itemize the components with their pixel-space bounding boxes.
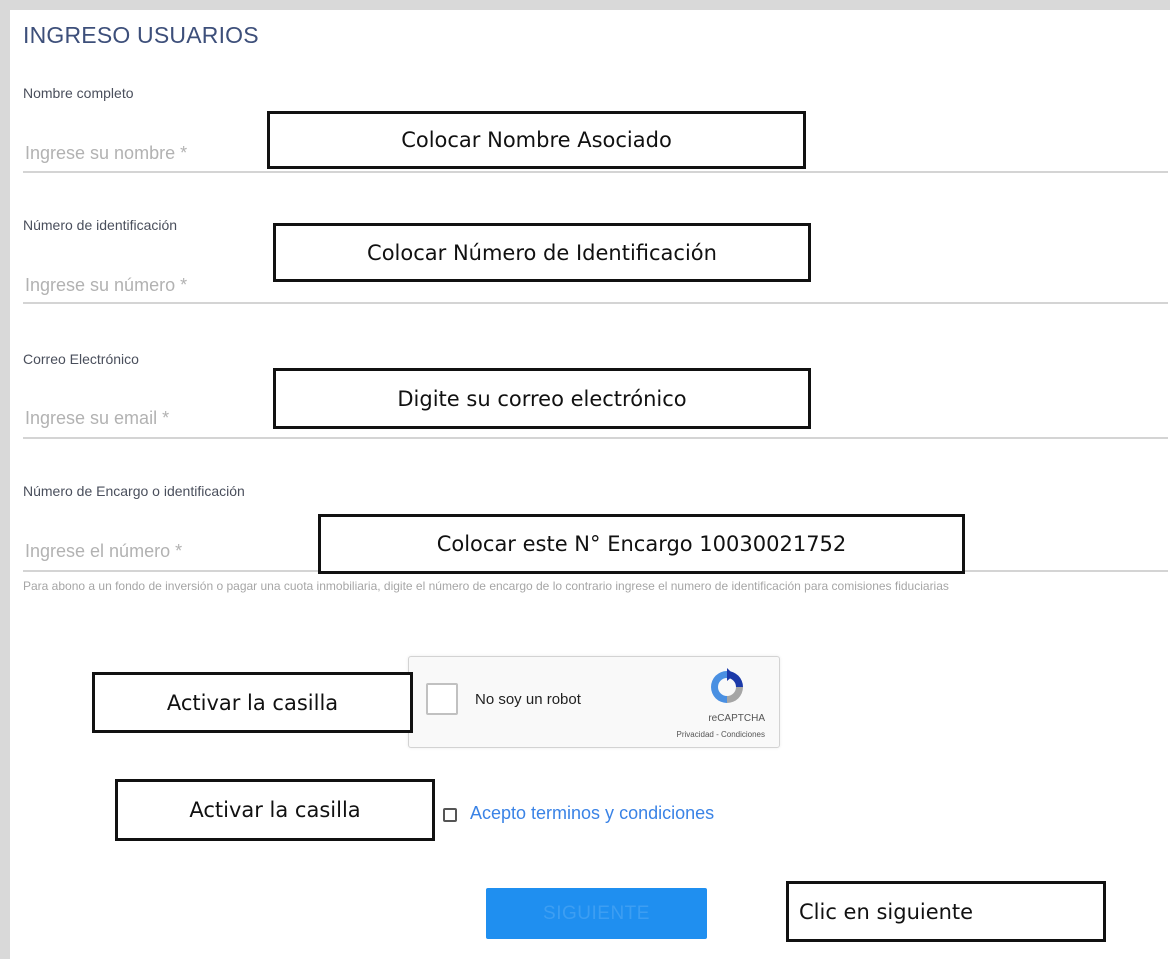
encargo-help-text: Para abono a un fondo de inversión o pag… bbox=[23, 579, 949, 593]
annotation-id-number: Colocar Número de Identificación bbox=[273, 223, 811, 282]
annotation-captcha: Activar la casilla bbox=[92, 672, 413, 733]
encargo-input[interactable]: Ingrese el número * bbox=[25, 541, 182, 562]
email-input[interactable]: Ingrese su email * bbox=[25, 408, 169, 429]
recaptcha-checkbox[interactable] bbox=[426, 683, 458, 715]
next-button[interactable]: SIGUIENTE bbox=[486, 888, 707, 939]
email-field-label: Correo Electrónico bbox=[23, 351, 139, 367]
id-number-input[interactable]: Ingrese su número * bbox=[25, 275, 187, 296]
recaptcha-privacy-links[interactable]: Privacidad - Condiciones bbox=[677, 730, 766, 739]
recaptcha-widget: No soy un robot reCAPTCHA Privacidad - C… bbox=[408, 656, 780, 748]
encargo-field-label: Número de Encargo o identificación bbox=[23, 483, 245, 499]
annotation-name: Colocar Nombre Asociado bbox=[267, 111, 806, 169]
id-number-field-label: Número de identificación bbox=[23, 217, 178, 233]
annotation-encargo: Colocar este N° Encargo 10030021752 bbox=[318, 514, 965, 574]
recaptcha-brand: reCAPTCHA bbox=[708, 713, 765, 724]
annotation-email: Digite su correo electrónico bbox=[273, 368, 811, 429]
terms-link[interactable]: Acepto terminos y condiciones bbox=[470, 803, 714, 824]
recaptcha-logo-icon bbox=[711, 668, 743, 703]
email-input-underline bbox=[23, 437, 1168, 439]
terms-checkbox[interactable] bbox=[443, 808, 457, 822]
name-input-underline bbox=[23, 171, 1168, 173]
annotation-submit: Clic en siguiente bbox=[786, 881, 1106, 942]
name-input[interactable]: Ingrese su nombre * bbox=[25, 143, 187, 164]
annotation-terms: Activar la casilla bbox=[115, 779, 435, 841]
id-number-input-underline bbox=[23, 302, 1168, 304]
recaptcha-label: No soy un robot bbox=[475, 691, 581, 708]
name-field-label: Nombre completo bbox=[23, 85, 134, 101]
page-title: INGRESO USUARIOS bbox=[23, 22, 259, 48]
